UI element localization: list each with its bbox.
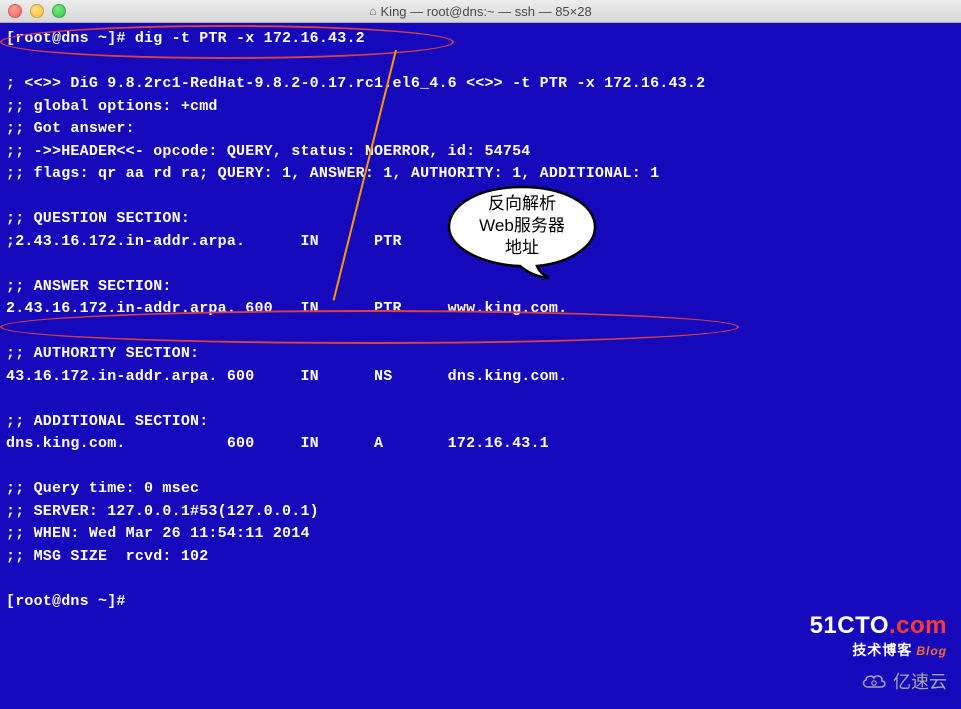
window-title: ⌂ King — root@dns:~ — ssh — 85×28 bbox=[0, 4, 961, 19]
window-title-text: King — root@dns:~ — ssh — 85×28 bbox=[381, 4, 592, 19]
traffic-lights bbox=[0, 4, 66, 18]
window-title-bar: ⌂ King — root@dns:~ — ssh — 85×28 bbox=[0, 0, 961, 23]
zoom-window-button[interactable] bbox=[52, 4, 66, 18]
minimize-window-button[interactable] bbox=[30, 4, 44, 18]
terminal-output[interactable]: [root@dns ~]# dig -t PTR -x 172.16.43.2 … bbox=[0, 23, 961, 709]
close-window-button[interactable] bbox=[8, 4, 22, 18]
terminal-text: [root@dns ~]# dig -t PTR -x 172.16.43.2 … bbox=[6, 30, 705, 610]
home-icon: ⌂ bbox=[369, 4, 376, 18]
